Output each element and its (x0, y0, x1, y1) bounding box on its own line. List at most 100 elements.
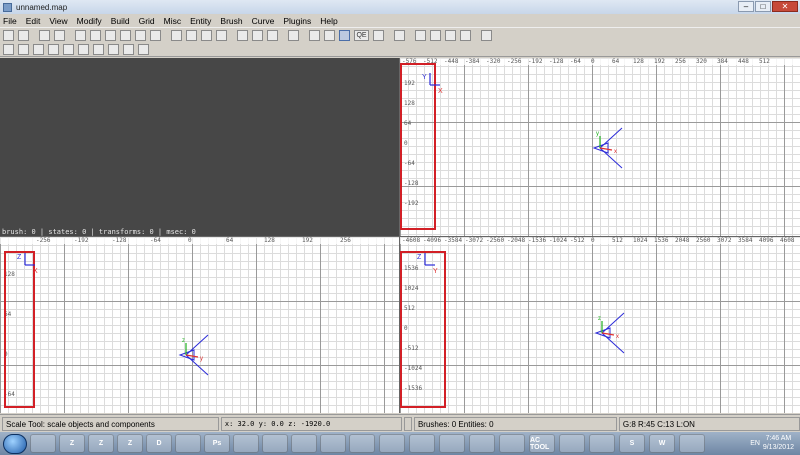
status-blank (403, 416, 412, 431)
menu-file[interactable]: File (3, 16, 17, 26)
csg-hollow-icon[interactable] (252, 29, 263, 41)
patch-icon[interactable] (481, 29, 492, 41)
clipper-icon[interactable] (373, 29, 384, 41)
ac-tool-icon[interactable]: AC TOOL (529, 434, 555, 453)
flip-z-icon[interactable] (105, 29, 116, 41)
gizmo-label-horizontal: x (616, 334, 619, 340)
video-icon[interactable] (320, 434, 346, 453)
firefox-icon[interactable] (409, 434, 435, 453)
scale-icon[interactable] (339, 29, 350, 41)
viewport-divider-horizontal[interactable] (0, 236, 800, 237)
select-touching-icon[interactable] (186, 29, 197, 41)
main-toolbar: QE (0, 27, 800, 42)
flip-y-icon[interactable] (90, 29, 101, 41)
toolbar-separator (388, 30, 391, 41)
redisperse-cols-icon[interactable] (93, 43, 104, 55)
language-indicator[interactable]: EN (750, 440, 760, 447)
menu-edit[interactable]: Edit (26, 16, 41, 26)
cubic-clip-icon[interactable] (415, 29, 426, 41)
zbrush-decimate-icon[interactable]: D (146, 434, 172, 453)
origin-gizmo: zy (178, 334, 209, 376)
menu-curve[interactable]: Curve (252, 16, 275, 26)
select-partial-tall-icon[interactable] (201, 29, 212, 41)
camera-icon[interactable] (430, 29, 441, 41)
view-change-icon[interactable] (288, 29, 299, 41)
maximize-button[interactable]: □ (755, 1, 771, 12)
skype-old-icon[interactable] (262, 434, 288, 453)
ipod-icon[interactable] (233, 434, 259, 453)
yz-ortho-view[interactable]: -4608 -4096 -3584 -3072 -2560 -2048 -1536 -1024… (400, 237, 800, 413)
gtkradiant-icon[interactable] (175, 434, 201, 453)
mute-icon[interactable] (559, 434, 585, 453)
minimize-button[interactable]: – (738, 1, 754, 12)
photoshop-icon[interactable]: Ps (204, 434, 230, 453)
skype-icon[interactable]: S (619, 434, 645, 453)
thicken-patch-icon[interactable] (138, 43, 149, 55)
csg-subtract-icon[interactable] (237, 29, 248, 41)
patch-cap-icon[interactable] (48, 43, 59, 55)
chrome-ghost-icon[interactable] (30, 434, 56, 453)
patch-matrix-icon[interactable] (33, 43, 44, 55)
menu-build[interactable]: Build (111, 16, 130, 26)
delete-row-icon[interactable] (123, 43, 134, 55)
menu-entity[interactable]: Entity (190, 16, 211, 26)
menu-bar: File Edit View Modify Build Grid Misc En… (0, 14, 800, 27)
menu-help[interactable]: Help (320, 16, 337, 26)
rotate-y-icon[interactable] (135, 29, 146, 41)
title-bar: unnamed.map – □ ✕ (0, 0, 800, 14)
globe-icon[interactable] (679, 434, 705, 453)
rotate-x-icon[interactable] (120, 29, 131, 41)
gizmo-label-horizontal: x (614, 149, 617, 155)
menu-brush[interactable]: Brush (220, 16, 242, 26)
notes-icon[interactable] (469, 434, 495, 453)
brush-cylinder-icon[interactable] (18, 43, 29, 55)
select-complete-tall-icon[interactable] (171, 29, 182, 41)
vertex-icon[interactable] (324, 29, 335, 41)
select-inside-icon[interactable] (216, 29, 227, 41)
zbrush-icon[interactable]: Z (117, 434, 143, 453)
redo-icon[interactable] (54, 29, 65, 41)
clock[interactable]: 7:46 AM 9/13/2012 (763, 434, 794, 452)
start-button[interactable] (3, 433, 27, 454)
redisperse-rows-icon[interactable] (78, 43, 89, 55)
view-entity-icon[interactable] (460, 29, 471, 41)
axes-overlay: ZXzy (17, 253, 209, 376)
qe-icon[interactable]: QE (354, 29, 369, 41)
status-grid: G:8 R:45 C:13 L:ON (618, 416, 800, 431)
rotate-z-icon[interactable] (150, 29, 161, 41)
open-icon[interactable] (3, 29, 14, 41)
flip-patch-icon[interactable] (63, 43, 74, 55)
maya-icon[interactable] (349, 434, 375, 453)
flip-x-icon[interactable] (75, 29, 86, 41)
menu-plugins[interactable]: Plugins (283, 16, 311, 26)
secondary-toolbar (0, 42, 800, 57)
toolbar-separator (69, 30, 72, 41)
xz-ortho-view[interactable]: -256 -192 -128 -64 0 64 128 192 256 128 64 0 -64 ZX… (0, 237, 399, 413)
zbrush-icon[interactable]: Z (88, 434, 114, 453)
xy-ortho-view[interactable]: -576 -512 -448 -384 -320 -256 -192 -128 -64 0 64 12… (400, 58, 800, 236)
insert-row-icon[interactable] (108, 43, 119, 55)
texture-window-icon[interactable] (445, 29, 456, 41)
chrome-icon[interactable] (379, 434, 405, 453)
opera-icon[interactable] (439, 434, 465, 453)
undo-icon[interactable] (39, 29, 50, 41)
close-button[interactable]: ✕ (772, 1, 798, 12)
texture-lock-icon[interactable] (309, 29, 320, 41)
menu-modify[interactable]: Modify (77, 16, 102, 26)
app-icon[interactable] (499, 434, 525, 453)
app-icon (3, 2, 12, 12)
csg-merge-icon[interactable] (267, 29, 278, 41)
camera-view[interactable]: brush: 0 | states: 0 | transforms: 0 | m… (0, 58, 399, 236)
word-icon[interactable]: W (649, 434, 675, 453)
zbrush-icon[interactable]: Z (59, 434, 85, 453)
media-player-icon[interactable] (291, 434, 317, 453)
save-icon[interactable] (18, 29, 29, 41)
entity-connect-icon[interactable] (3, 43, 14, 55)
brush-icon[interactable] (394, 29, 405, 41)
menu-view[interactable]: View (49, 16, 67, 26)
axis-label-horizontal: X (438, 88, 443, 95)
menu-grid[interactable]: Grid (139, 16, 155, 26)
menu-misc[interactable]: Misc (164, 16, 181, 26)
plants-icon[interactable] (589, 434, 615, 453)
taskbar: Z Z Z D Ps AC TOOL S W EN 7:46 AM 9/13/2012 (0, 432, 800, 455)
